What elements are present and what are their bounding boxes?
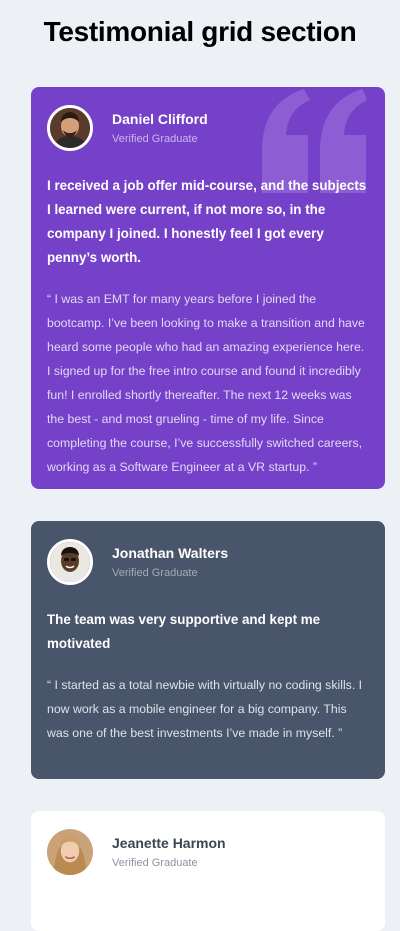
avatar-jonathan xyxy=(47,539,93,585)
testimonial-body: “ I was an EMT for many years before I j… xyxy=(47,292,365,474)
card-header: Jonathan Walters Verified Graduate xyxy=(47,537,369,587)
author-role: Verified Graduate xyxy=(112,132,198,145)
author-role: Verified Graduate xyxy=(112,566,198,579)
page-title: Testimonial grid section xyxy=(43,16,357,47)
author-role: Verified Graduate xyxy=(112,856,198,869)
card-header: Jeanette Harmon Verified Graduate xyxy=(47,827,369,877)
testimonial-headline: The team was very supportive and kept me… xyxy=(47,612,321,651)
avatar-daniel xyxy=(47,105,93,151)
testimonial-headline: I received a job offer mid-course, and t… xyxy=(47,178,367,265)
testimonial-body: “ I started as a total newbie with virtu… xyxy=(47,678,363,740)
author-info: Daniel Clifford Verified Graduate xyxy=(112,110,208,147)
testimonial-card-daniel: Daniel Clifford Verified Graduate I rece… xyxy=(31,87,385,489)
avatar-jeanette xyxy=(47,829,93,875)
author-name: Jeanette Harmon xyxy=(112,834,226,851)
author-name: Daniel Clifford xyxy=(112,110,208,127)
card-header: Daniel Clifford Verified Graduate xyxy=(47,103,369,153)
testimonial-card-jeanette: Jeanette Harmon Verified Graduate xyxy=(31,811,385,931)
author-info: Jeanette Harmon Verified Graduate xyxy=(112,834,226,871)
author-info: Jonathan Walters Verified Graduate xyxy=(112,544,228,581)
author-name: Jonathan Walters xyxy=(112,544,229,561)
testimonial-card-jonathan: Jonathan Walters Verified Graduate The t… xyxy=(31,521,385,779)
